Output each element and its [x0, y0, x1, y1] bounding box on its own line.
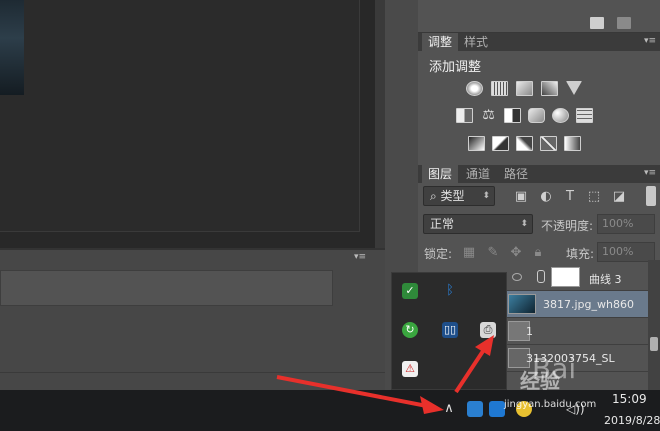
arrow-to-printer	[454, 343, 489, 394]
arrow-to-show-hidden	[276, 375, 433, 409]
arrowhead-to-printer	[475, 335, 494, 356]
annotation-arrows	[276, 335, 494, 414]
arrowhead-to-show-hidden	[420, 396, 444, 414]
